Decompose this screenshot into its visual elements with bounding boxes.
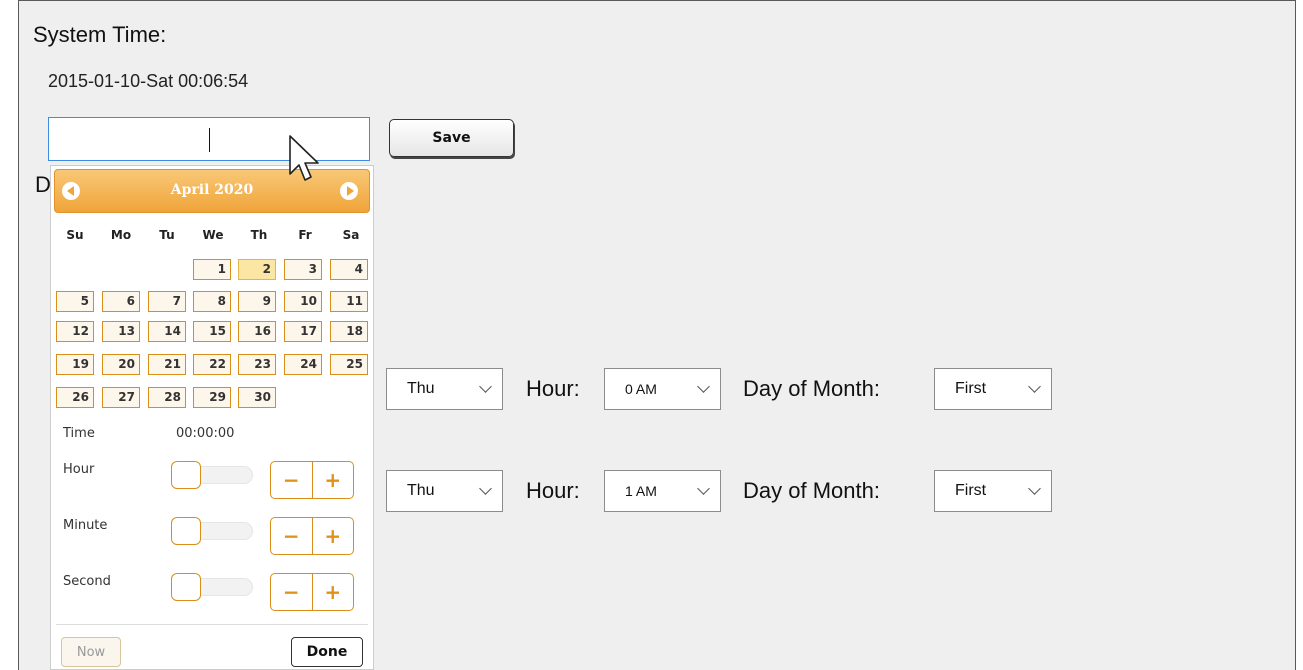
second-slider-label: Second [63,574,111,589]
calendar-day[interactable]: 20 [102,354,140,375]
day-of-month-select-2[interactable]: First [934,470,1052,512]
calendar-day[interactable]: 30 [238,387,276,408]
calendar-day[interactable]: 19 [56,354,94,375]
date-time-input[interactable] [48,117,370,161]
calendar-day[interactable]: 18 [330,321,368,342]
calendar-day[interactable]: 27 [102,387,140,408]
calendar-day[interactable]: 26 [56,387,94,408]
plus-button[interactable]: + [313,574,354,610]
time-value: 00:00:00 [176,426,235,441]
calendar-day[interactable]: 2 [238,259,276,280]
weekday-select-value: Thu [407,482,435,499]
second-slider[interactable] [171,573,253,601]
system-time-title: System Time: [33,22,167,47]
calendar-day[interactable]: 24 [284,354,322,375]
calendar-day[interactable]: 28 [148,387,186,408]
second-stepper[interactable]: − + [270,573,354,611]
minus-button[interactable]: − [271,518,313,554]
hour-label-2: Hour: [526,478,580,503]
calendar-day[interactable]: 14 [148,321,186,342]
day-of-month-select-1[interactable]: First [934,368,1052,410]
minus-button[interactable]: − [271,462,313,498]
day-of-month-select-value: First [955,380,987,397]
hour-stepper[interactable]: − + [270,461,354,499]
system-time-value: 2015-01-10-Sat 00:06:54 [48,71,249,91]
calendar-day[interactable]: 9 [238,291,276,312]
calendar-day[interactable]: 1 [193,259,231,280]
chevron-down-icon [1028,380,1041,393]
calendar-day[interactable]: 13 [102,321,140,342]
now-button[interactable]: Now [61,637,121,667]
chevron-down-icon [1028,482,1041,495]
weekday-header: Th [250,228,268,242]
datepicker-header: April 2020 [54,169,370,213]
calendar-day[interactable]: 23 [238,354,276,375]
chevron-down-icon [479,482,492,495]
calendar-day[interactable]: 11 [330,291,368,312]
calendar-day[interactable]: 25 [330,354,368,375]
calendar-day[interactable]: 8 [193,291,231,312]
datepicker-month-title: April 2020 [170,182,254,198]
plus-button[interactable]: + [313,462,354,498]
calendar-day[interactable]: 21 [148,354,186,375]
time-label: Time [63,426,95,441]
minute-slider[interactable] [171,517,253,545]
slider-handle[interactable] [171,573,201,601]
chevron-down-icon [697,482,710,495]
hour-slider[interactable] [171,461,253,489]
calendar-day[interactable]: 6 [102,291,140,312]
weekday-header: We [202,228,224,242]
calendar-day[interactable]: 16 [238,321,276,342]
calendar-day[interactable]: 22 [193,354,231,375]
chevron-down-icon [697,380,710,393]
chevron-down-icon [479,380,492,393]
weekday-select-value: Thu [407,380,435,397]
calendar-day[interactable]: 4 [330,259,368,280]
hour-select-value: 0 AM [625,381,657,397]
day-of-month-label-1: Day of Month: [743,376,880,401]
calendar-day[interactable]: 12 [56,321,94,342]
calendar-day[interactable]: 7 [148,291,186,312]
minus-button[interactable]: − [271,574,313,610]
weekday-header: Su [66,228,84,242]
plus-button[interactable]: + [313,518,354,554]
save-button[interactable]: Save [389,119,514,157]
weekday-header: Fr [298,228,312,242]
calendar-day[interactable]: 10 [284,291,322,312]
weekday-header: Sa [342,228,360,242]
calendar-day[interactable]: 17 [284,321,322,342]
partially-hidden-heading: D [35,172,51,197]
hour-select-2[interactable]: 1 AM [604,470,721,512]
weekday-header: Tu [159,228,175,242]
weekday-select-1[interactable]: Thu [386,368,503,410]
weekday-header: Mo [110,228,132,242]
day-of-month-label-2: Day of Month: [743,478,880,503]
next-month-icon[interactable] [340,182,358,200]
hour-select-value: 1 AM [625,483,657,499]
calendar-day[interactable]: 15 [193,321,231,342]
slider-handle[interactable] [171,461,201,489]
calendar-day[interactable]: 5 [56,291,94,312]
minute-stepper[interactable]: − + [270,517,354,555]
datepicker-divider [56,624,368,625]
hour-slider-label: Hour [63,462,95,477]
slider-handle[interactable] [171,517,201,545]
mouse-pointer-icon [289,135,319,181]
calendar-day[interactable]: 3 [284,259,322,280]
hour-select-1[interactable]: 0 AM [604,368,721,410]
hour-label-1: Hour: [526,376,580,401]
minute-slider-label: Minute [63,518,108,533]
text-caret [209,128,210,152]
calendar-day[interactable]: 29 [193,387,231,408]
day-of-month-select-value: First [955,482,987,499]
weekday-select-2[interactable]: Thu [386,470,503,512]
done-button[interactable]: Done [291,637,363,667]
datepicker-popup: April 2020 Su Mo Tu We Th Fr Sa 1 2 3 4 5 6 7 8 9 10 11 1… [50,165,374,670]
